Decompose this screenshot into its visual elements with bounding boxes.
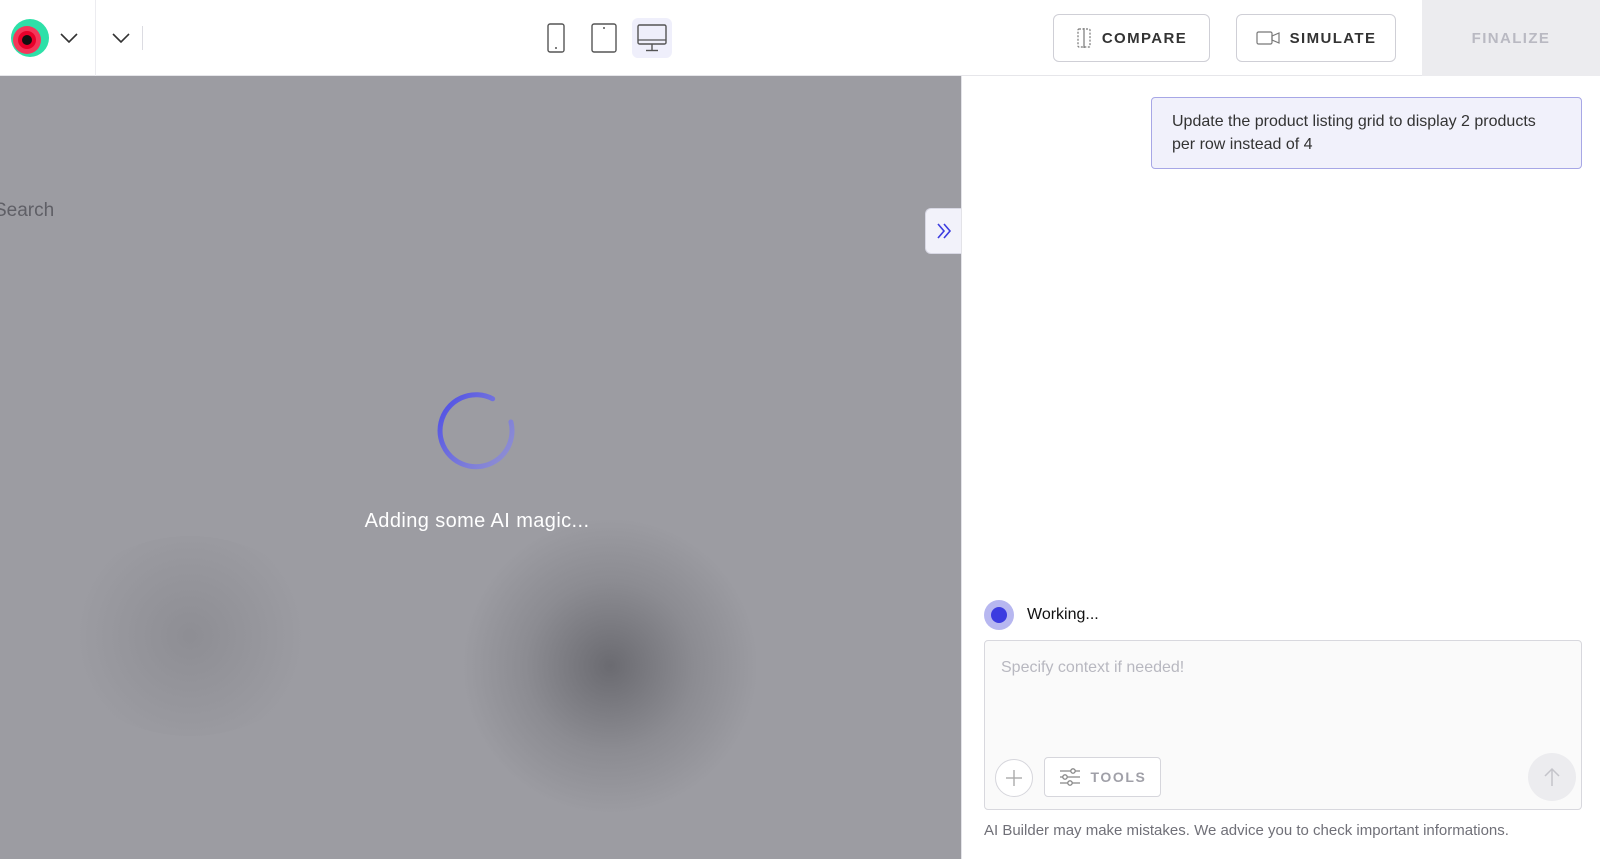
tablet-view-button[interactable]	[584, 18, 624, 58]
chevron-down-icon[interactable]	[58, 27, 80, 49]
compare-button[interactable]: COMPARE	[1053, 14, 1210, 62]
tools-button[interactable]: TOOLS	[1044, 757, 1161, 797]
divider	[142, 25, 143, 50]
ai-chat-panel: Update the product listing grid to displ…	[961, 76, 1600, 859]
blurred-content	[60, 536, 320, 736]
collapse-panel-button[interactable]	[925, 208, 961, 254]
context-input[interactable]	[985, 641, 1581, 751]
agent-status: Working...	[984, 600, 1099, 630]
disclaimer-text: AI Builder may make mistakes. We advice …	[984, 822, 1509, 839]
app-logo-icon	[10, 18, 50, 58]
preview-search-text: Search	[0, 200, 55, 221]
double-chevron-right-icon	[937, 223, 952, 239]
user-message: Update the product listing grid to displ…	[1151, 97, 1582, 169]
finalize-button[interactable]: FINALIZE	[1422, 0, 1600, 76]
desktop-icon	[637, 24, 667, 52]
loading-message: Adding some AI magic...	[364, 510, 590, 532]
device-switcher	[536, 18, 672, 58]
mobile-icon	[547, 23, 565, 53]
tablet-icon	[591, 23, 617, 53]
send-button[interactable]	[1528, 753, 1576, 801]
simulate-button[interactable]: SIMULATE	[1236, 14, 1396, 62]
arrow-up-icon	[1544, 767, 1560, 786]
project-dropdown-chevron-icon[interactable]	[110, 27, 132, 49]
add-attachment-button[interactable]	[995, 759, 1033, 797]
compare-label: COMPARE	[1101, 29, 1188, 47]
mobile-view-button[interactable]	[536, 18, 576, 58]
loading-spinner-icon	[437, 392, 515, 470]
blurred-content	[460, 516, 760, 816]
video-camera-icon	[1256, 31, 1280, 45]
plus-icon	[1006, 770, 1022, 786]
tools-label: TOOLS	[1090, 769, 1147, 785]
top-bar: COMPARE SIMULATE FINALIZE	[0, 0, 1600, 76]
status-text: Working...	[1027, 606, 1099, 623]
sliders-icon	[1059, 768, 1080, 786]
compare-icon	[1077, 28, 1091, 48]
finalize-label: FINALIZE	[1471, 29, 1551, 47]
desktop-view-button[interactable]	[632, 18, 672, 58]
simulate-label: SIMULATE	[1289, 29, 1377, 47]
message-composer: TOOLS	[984, 640, 1582, 810]
working-indicator-icon	[984, 600, 1014, 630]
preview-canvas: Search Adding some AI magic...	[0, 76, 961, 859]
app-switcher[interactable]	[0, 0, 96, 76]
